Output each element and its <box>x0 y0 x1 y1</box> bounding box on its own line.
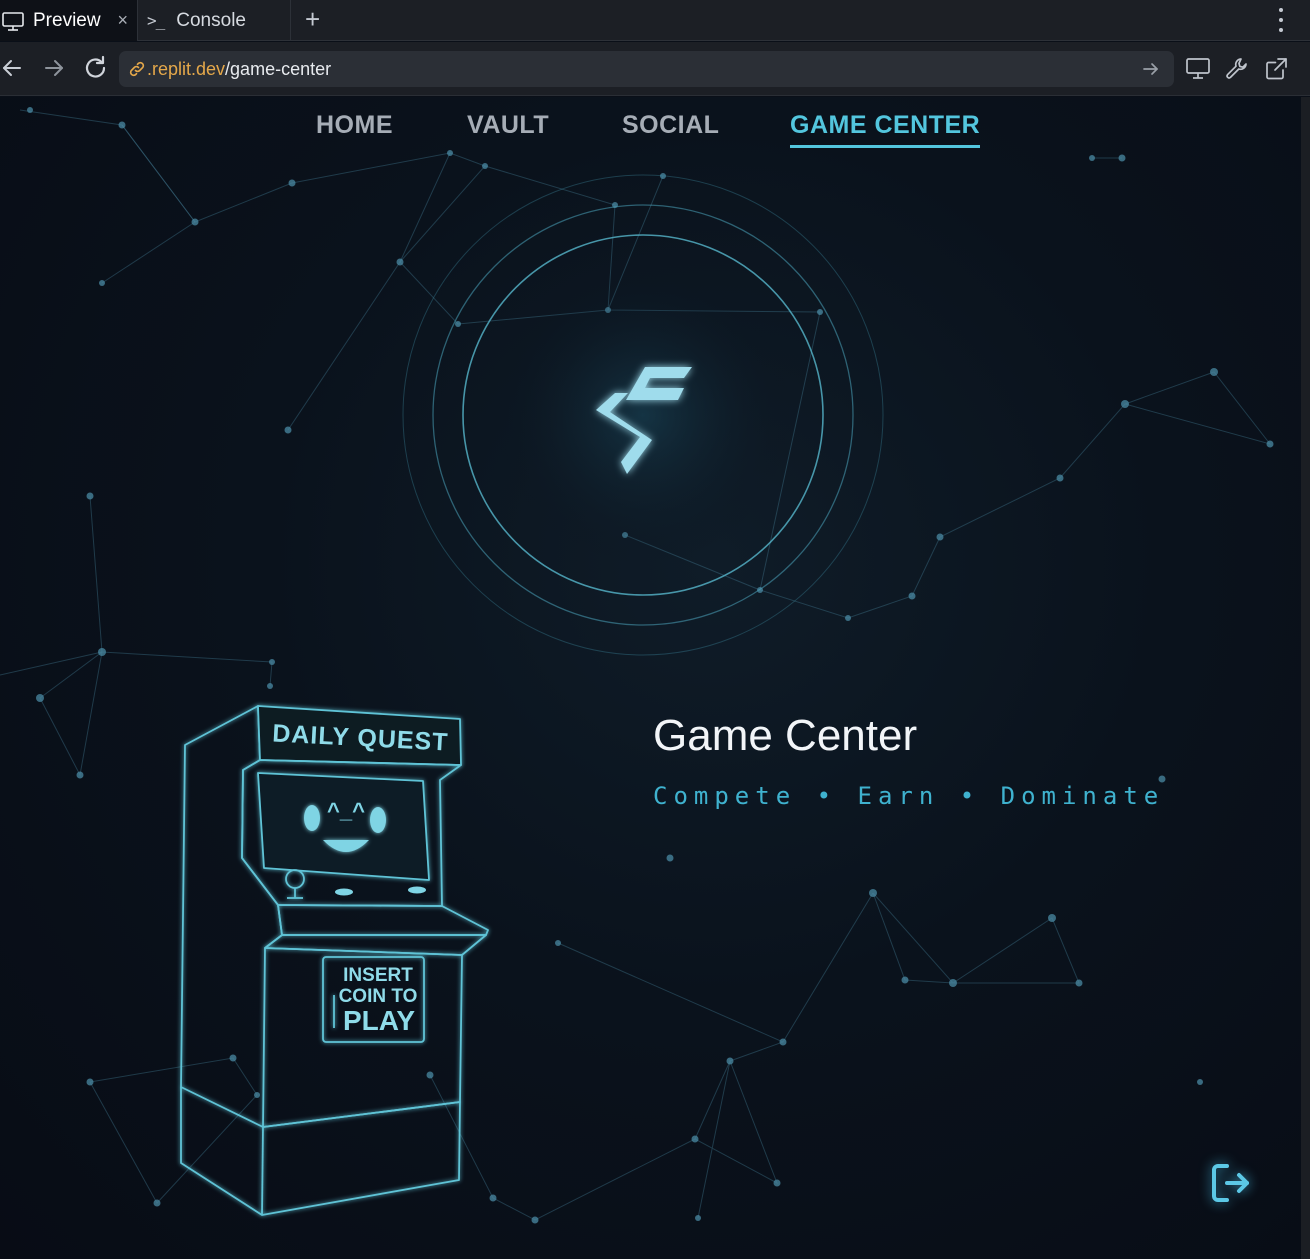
page-title: Game Center <box>653 711 918 760</box>
tab-console[interactable]: >_ Console <box>139 0 291 41</box>
browser-tab-bar: Preview × >_ Console + <box>0 0 1310 41</box>
tab-preview-label: Preview <box>33 9 101 31</box>
game-center-page: HOME VAULT SOCIAL GAME CENTER Game Cente… <box>0 97 1301 1259</box>
coin-text-line-1: INSERT <box>343 965 413 986</box>
terminal-icon: >_ <box>147 11 165 30</box>
url-toolbar: .replit.dev/game-center <box>0 42 1310 96</box>
link-icon <box>129 61 145 77</box>
coin-text-line-2: COIN TO <box>339 986 418 1007</box>
page-scrollbar-gutter <box>1301 97 1310 1259</box>
arcade-machine-illustration: ^_^ DAILY QUEST INSERT COIN TO PLAY <box>180 705 489 1216</box>
url-path: /game-center <box>225 58 332 79</box>
monitor-icon <box>2 11 24 31</box>
wrench-icon[interactable] <box>1224 56 1250 82</box>
arcade-face-text: ^_^ <box>327 798 365 823</box>
new-tab-button[interactable]: + <box>305 4 320 35</box>
address-bar[interactable]: .replit.dev/game-center <box>119 51 1174 87</box>
back-arrow-icon[interactable] <box>0 52 28 84</box>
tab-console-label: Console <box>176 9 246 31</box>
go-arrow-icon[interactable] <box>1140 57 1162 81</box>
forward-arrow-icon[interactable] <box>40 52 68 84</box>
open-external-icon[interactable] <box>1263 56 1289 82</box>
logout-icon[interactable] <box>1207 1160 1257 1208</box>
page-tagline: Compete • Earn • Dominate <box>653 782 1165 810</box>
url-host: .replit.dev <box>147 58 226 79</box>
more-options-icon[interactable] <box>1278 8 1284 32</box>
coin-text-line-3: PLAY <box>343 1005 415 1036</box>
reload-icon[interactable] <box>82 52 110 84</box>
tab-preview[interactable]: Preview × <box>0 0 138 41</box>
devices-icon[interactable] <box>1185 56 1211 82</box>
tab-close-icon[interactable]: × <box>117 10 128 31</box>
